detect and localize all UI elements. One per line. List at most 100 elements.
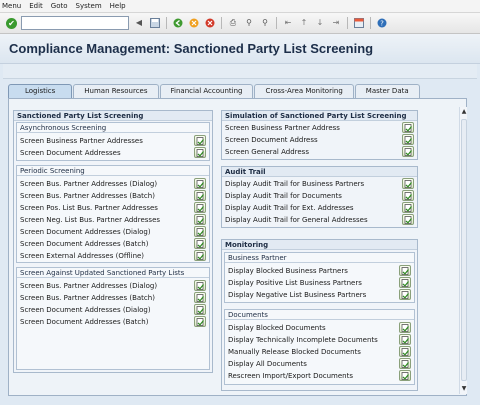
execute-icon[interactable] (399, 322, 411, 333)
layout-menu-icon[interactable] (353, 17, 365, 29)
vertical-scrollbar[interactable]: ▲ ▼ (459, 107, 467, 394)
execute-icon[interactable] (194, 214, 206, 225)
next-page-icon[interactable]: ↓ (314, 17, 326, 29)
list-item: Display Blocked Documents (228, 322, 411, 334)
tab-financial-accounting[interactable]: Financial Accounting (159, 84, 254, 98)
list-item: Screen Bus. Partner Addresses (Dialog) (20, 280, 206, 292)
execute-icon[interactable] (399, 358, 411, 369)
group-title: Monitoring (222, 240, 417, 250)
page-title: Compliance Management: Sanctioned Party … (9, 41, 374, 56)
periodic-screening-frame: Periodic Screening Screen Bus. Partner A… (16, 165, 210, 263)
list-item: Screen Bus. Partner Addresses (Batch) (20, 292, 206, 304)
list-item: Display Audit Trail for General Addresse… (225, 214, 414, 226)
monitoring-group: Monitoring Business Partner Display Bloc… (221, 239, 418, 391)
frame-title: Documents (225, 310, 414, 320)
tab-master-data[interactable]: Master Data (354, 84, 420, 98)
tab-cross-area-monitoring[interactable]: Cross-Area Monitoring (254, 84, 354, 98)
find-next-icon[interactable]: ⚲ (259, 17, 271, 29)
execute-icon[interactable] (399, 289, 411, 300)
menu-item-goto[interactable]: Goto (51, 2, 68, 10)
group-title: Audit Trail (222, 167, 417, 177)
command-history-icon[interactable]: ◀ (133, 17, 145, 29)
scroll-thumb[interactable] (461, 119, 467, 381)
list-item: Display Blocked Business Partners (228, 265, 411, 277)
execute-icon[interactable] (399, 370, 411, 381)
execute-icon[interactable] (402, 214, 414, 225)
execute-icon[interactable] (194, 135, 206, 146)
execute-icon[interactable] (194, 202, 206, 213)
list-item: Manually Release Blocked Documents (228, 346, 411, 358)
execute-icon[interactable] (194, 178, 206, 189)
cancel-icon[interactable] (204, 17, 216, 29)
last-page-icon[interactable]: ⇥ (330, 17, 342, 29)
scroll-down-icon[interactable]: ▼ (461, 386, 467, 392)
list-item: Screen Document Addresses (Batch) (20, 238, 206, 250)
execute-icon[interactable] (194, 147, 206, 158)
group-title: Sanctioned Party List Screening (14, 111, 212, 121)
frame-title: Screen Against Updated Sanctioned Party … (17, 268, 209, 278)
list-item: Screen Bus. Partner Addresses (Batch) (20, 190, 206, 202)
standard-toolbar: ✔ ◀ ⎙ ⚲ ⚲ ⇤ ↑ ↓ ⇥ ? (0, 13, 480, 34)
updated-lists-frame: Screen Against Updated Sanctioned Party … (16, 267, 210, 370)
previous-page-icon[interactable]: ↑ (298, 17, 310, 29)
execute-icon[interactable] (194, 292, 206, 303)
list-item: Display Audit Trail for Documents (225, 190, 414, 202)
execute-icon[interactable] (399, 277, 411, 288)
toolbar-separator (370, 17, 371, 29)
execute-icon[interactable] (194, 226, 206, 237)
frame-title: Asynchronous Screening (17, 123, 209, 133)
group-title: Simulation of Sanctioned Party List Scre… (222, 111, 417, 121)
menu-item-menu[interactable]: Menu (2, 2, 21, 10)
list-item: Screen Neg. List Bus. Partner Addresses (20, 214, 206, 226)
simulation-group: Simulation of Sanctioned Party List Scre… (221, 110, 418, 160)
menu-bar: Menu Edit Goto System Help (0, 0, 480, 13)
back-icon[interactable] (172, 17, 184, 29)
application-toolbar (3, 64, 477, 79)
documents-frame: Documents Display Blocked Documents Disp… (224, 309, 415, 385)
execute-icon[interactable] (399, 265, 411, 276)
toolbar-separator (166, 17, 167, 29)
menu-item-edit[interactable]: Edit (29, 2, 43, 10)
execute-icon[interactable] (402, 122, 414, 133)
execute-icon[interactable] (194, 250, 206, 261)
first-page-icon[interactable]: ⇤ (282, 17, 294, 29)
list-item: Screen General Address (225, 146, 414, 158)
execute-icon[interactable] (194, 316, 206, 327)
title-bar: Compliance Management: Sanctioned Party … (0, 34, 480, 64)
execute-icon[interactable] (402, 190, 414, 201)
execute-icon[interactable] (402, 134, 414, 145)
list-item: Display All Documents (228, 358, 411, 370)
list-item: Rescreen Import/Export Documents (228, 370, 411, 382)
menu-item-help[interactable]: Help (110, 2, 126, 10)
execute-icon[interactable] (194, 190, 206, 201)
scroll-up-icon[interactable]: ▲ (461, 109, 467, 115)
list-item: Screen Bus. Partner Addresses (Dialog) (20, 178, 206, 190)
spl-screening-group: Sanctioned Party List Screening Asynchro… (13, 110, 213, 373)
list-item: Screen Business Partner Addresses (20, 135, 206, 147)
list-item: Screen External Addresses (Offline) (20, 250, 206, 262)
execute-icon[interactable] (402, 178, 414, 189)
execute-icon[interactable] (402, 202, 414, 213)
tab-human-resources[interactable]: Human Resources (73, 84, 159, 98)
list-item: Screen Document Addresses (Dialog) (20, 304, 206, 316)
execute-icon[interactable] (194, 238, 206, 249)
execute-icon[interactable] (402, 146, 414, 157)
tab-logistics[interactable]: Logistics (8, 84, 73, 98)
execute-icon[interactable] (399, 334, 411, 345)
help-icon[interactable]: ? (376, 17, 388, 29)
command-field[interactable] (21, 16, 129, 30)
execute-icon[interactable] (399, 346, 411, 357)
list-item: Display Positive List Business Partners (228, 277, 411, 289)
execute-icon[interactable] (194, 280, 206, 291)
list-item: Screen Document Addresses (Dialog) (20, 226, 206, 238)
execute-icon[interactable] (194, 304, 206, 315)
list-item: Display Negative List Business Partners (228, 289, 411, 301)
list-item: Screen Pos. List Bus. Partner Addresses (20, 202, 206, 214)
find-icon[interactable]: ⚲ (243, 17, 255, 29)
exit-icon[interactable] (188, 17, 200, 29)
enter-icon[interactable]: ✔ (6, 17, 17, 29)
frame-title: Business Partner (225, 253, 414, 263)
print-icon[interactable]: ⎙ (227, 17, 239, 29)
menu-item-system[interactable]: System (76, 2, 102, 10)
save-icon[interactable] (149, 17, 161, 29)
